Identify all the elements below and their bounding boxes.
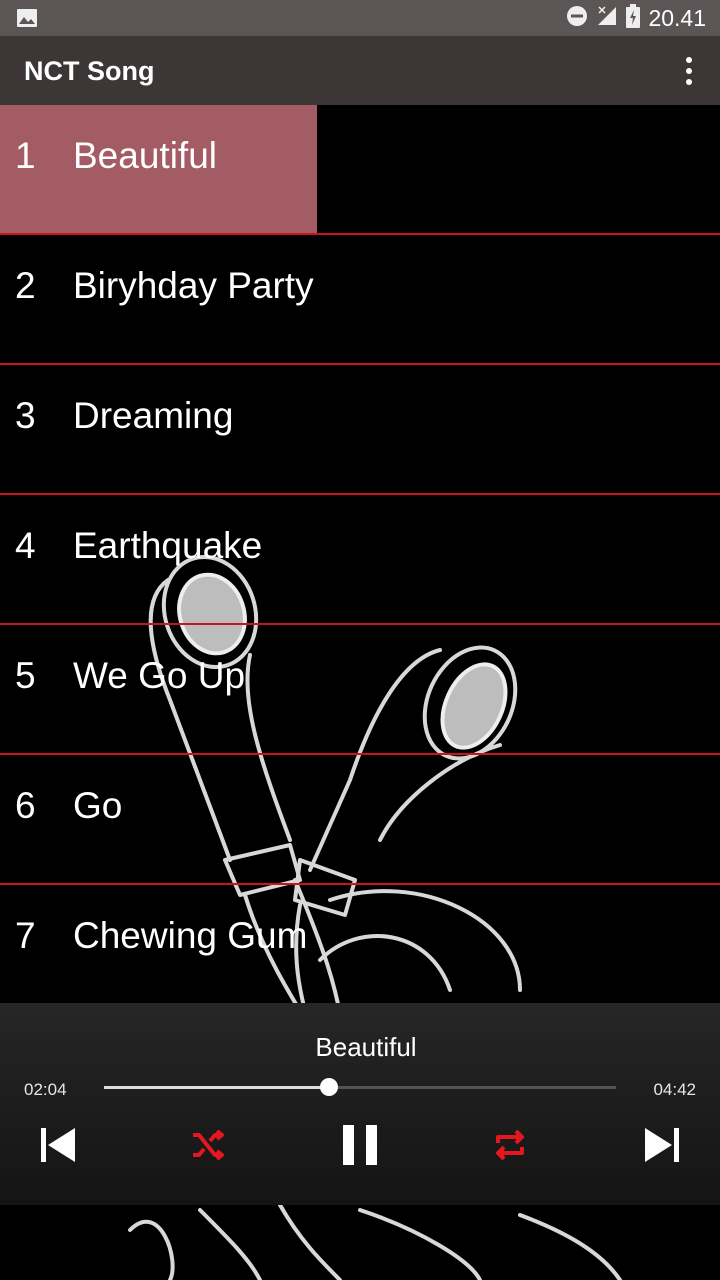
song-number: 7 (15, 915, 36, 956)
song-number: 2 (15, 265, 36, 306)
song-item-4[interactable]: 4 Earthquake (0, 495, 720, 625)
app-bar: NCT Song (0, 36, 720, 105)
song-title: Dreaming (73, 395, 234, 436)
song-item-2[interactable]: 2 Biryhday Party (0, 235, 720, 365)
song-item-7[interactable]: 7 Chewing Gum (0, 885, 720, 1013)
image-icon (16, 8, 38, 33)
shuffle-icon[interactable] (178, 1120, 238, 1170)
song-number: 4 (15, 525, 36, 566)
song-title: Go (73, 785, 123, 826)
seek-bar-progress (104, 1086, 330, 1089)
more-vert-icon[interactable] (674, 54, 704, 88)
song-title: Earthquake (73, 525, 263, 566)
player-panel: Beautiful 02:04 04:42 (0, 1003, 720, 1205)
song-title: Biryhday Party (73, 265, 314, 306)
signal-icon (596, 5, 618, 32)
repeat-icon[interactable] (480, 1120, 540, 1170)
current-time: 02:04 (24, 1080, 67, 1099)
clock: 20.41 (648, 4, 706, 31)
song-number: 3 (15, 395, 36, 436)
song-title: We Go Up (73, 655, 246, 696)
song-number: 6 (15, 785, 36, 826)
song-number: 1 (15, 135, 36, 176)
now-playing-title: Beautiful (315, 1032, 417, 1062)
do-not-disturb-icon (566, 5, 588, 32)
battery-charging-icon (626, 3, 641, 33)
skip-previous-icon[interactable] (28, 1120, 88, 1170)
song-title: Beautiful (73, 135, 217, 176)
seek-bar-thumb[interactable] (320, 1078, 339, 1096)
song-item-5[interactable]: 5 We Go Up (0, 625, 720, 755)
song-title: Chewing Gum (73, 915, 308, 956)
song-item-1[interactable]: 1 Beautiful (0, 105, 720, 235)
skip-next-icon[interactable] (632, 1120, 692, 1170)
pause-icon[interactable] (330, 1120, 390, 1170)
song-number: 5 (15, 655, 36, 696)
song-item-3[interactable]: 3 Dreaming (0, 365, 720, 495)
status-bar: 20.41 (0, 0, 720, 36)
song-list: 1 Beautiful 2 Biryhday Party 3 Dreaming … (0, 105, 720, 1013)
seek-bar[interactable] (104, 1078, 616, 1096)
app-title: NCT Song (24, 56, 155, 86)
song-item-6[interactable]: 6 Go (0, 755, 720, 885)
duration: 04:42 (653, 1080, 696, 1099)
